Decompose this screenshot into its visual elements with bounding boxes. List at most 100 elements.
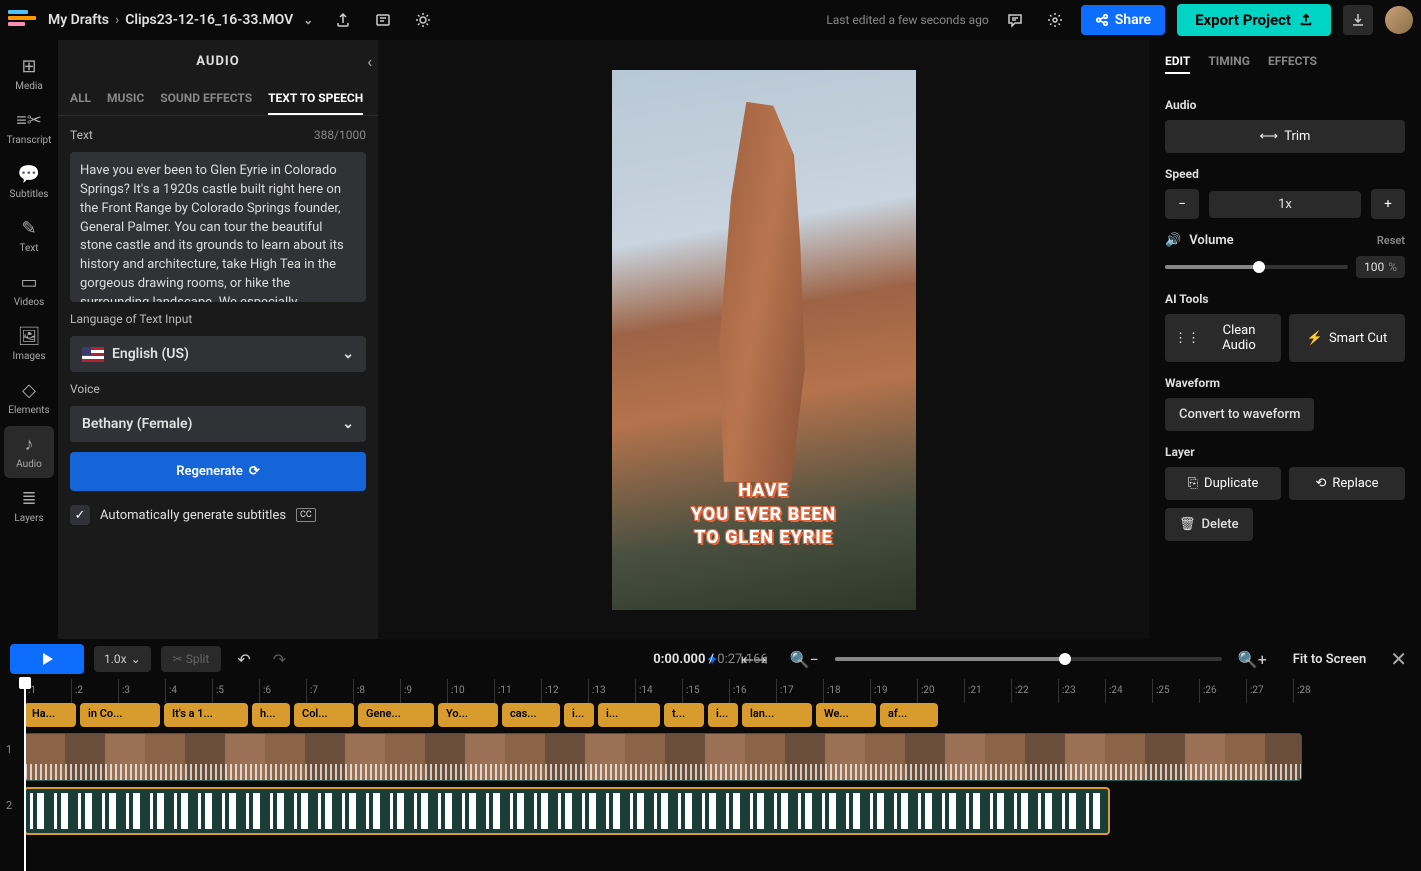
caption-clip[interactable]: lan...	[742, 703, 812, 727]
timeline: 1.0x ⌄ ✂ Split ↶ ↷ 0:00.000 / 0:27.166 ✦…	[0, 639, 1421, 871]
duplicate-button[interactable]: ⎘Duplicate	[1165, 467, 1281, 500]
speed-value: 1x	[1209, 191, 1361, 218]
tab-sfx[interactable]: SOUND EFFECTS	[160, 83, 252, 115]
close-timeline-button[interactable]: ✕	[1386, 643, 1411, 675]
trash-icon: 🗑	[1179, 517, 1196, 532]
cc-icon: CC	[296, 508, 316, 522]
caption-clip[interactable]: Yo...	[438, 703, 498, 727]
regenerate-button[interactable]: Regenerate ⟳	[70, 452, 366, 491]
delete-button[interactable]: 🗑Delete	[1165, 508, 1253, 541]
timecode: 0:00.000 / 0:27.166	[653, 652, 767, 667]
upload-icon[interactable]	[329, 6, 357, 34]
refresh-icon: ⟳	[249, 464, 260, 479]
replace-icon: ⟲	[1315, 476, 1326, 491]
copy-icon: ⎘	[1188, 476, 1198, 491]
caption-clip[interactable]: i...	[564, 703, 594, 727]
rail-subtitles[interactable]: 💬Subtitles	[4, 156, 54, 208]
theme-icon[interactable]	[409, 6, 437, 34]
caption-clip[interactable]: Col...	[294, 703, 354, 727]
audio-track-clip[interactable]	[24, 787, 1110, 835]
fit-screen-button[interactable]: Fit to Screen	[1283, 646, 1376, 673]
rail-media[interactable]: ⊞Media	[4, 48, 54, 100]
rtab-edit[interactable]: EDIT	[1165, 54, 1190, 74]
caption-clip[interactable]: t...	[664, 703, 704, 727]
chevron-down-icon: ⌄	[342, 416, 354, 432]
collapse-panel-icon[interactable]: ‹	[367, 52, 372, 71]
ruler[interactable]: :1:2:3:4:5:6:7:8:9:10:11:12:13:14:15:16:…	[0, 679, 1421, 703]
playhead[interactable]	[24, 679, 26, 871]
audio-panel: AUDIO ‹ ALL MUSIC SOUND EFFECTS TEXT TO …	[58, 40, 378, 639]
video-track-clip[interactable]	[24, 733, 1302, 781]
rail-layers[interactable]: ≣Layers	[4, 480, 54, 532]
caption-clip[interactable]: i...	[708, 703, 738, 727]
convert-waveform-button[interactable]: Convert to waveform	[1165, 398, 1314, 431]
rail-transcript[interactable]: ≡✂Transcript	[4, 102, 54, 154]
chevron-down-icon: ⌄	[342, 346, 354, 362]
split-button[interactable]: ✂ Split	[161, 646, 222, 672]
elements-icon: ◇	[22, 380, 36, 401]
language-select[interactable]: English (US) ⌄	[70, 336, 366, 372]
rail-text[interactable]: ✎Text	[4, 210, 54, 262]
export-button[interactable]: Export Project	[1177, 4, 1331, 36]
rtab-timing[interactable]: TIMING	[1208, 54, 1250, 74]
subtitles-icon: 💬	[18, 164, 40, 185]
notes-icon[interactable]	[369, 6, 397, 34]
clean-audio-button[interactable]: ⋮⋮Clean Audio	[1165, 314, 1281, 362]
language-label: Language of Text Input	[70, 312, 192, 326]
download-button[interactable]	[1343, 5, 1373, 35]
caption-clip[interactable]: i...	[598, 703, 660, 727]
caption-track[interactable]: Ha...in Co...It's a 1...h...Col...Gene..…	[24, 703, 1421, 727]
chevron-down-icon[interactable]: ⌄	[299, 13, 317, 27]
replace-button[interactable]: ⟲Replace	[1289, 467, 1405, 500]
auto-subtitle-checkbox[interactable]: ✓ Automatically generate subtitles CC	[70, 501, 366, 525]
preview-canvas[interactable]: HAVE YOU EVER BEEN TO GLEN EYRIE	[378, 40, 1149, 639]
speed-increase-button[interactable]: +	[1371, 189, 1405, 219]
layer-section-label: Layer	[1165, 445, 1405, 459]
rtab-effects[interactable]: EFFECTS	[1268, 54, 1317, 74]
volume-icon: 🔊	[1165, 233, 1181, 248]
rail-elements[interactable]: ◇Elements	[4, 372, 54, 424]
undo-icon[interactable]: ↶	[231, 644, 256, 675]
breadcrumb-file[interactable]: Clips23-12-16_16-33.MOV	[125, 12, 293, 28]
rail-images[interactable]: 🖼Images	[4, 318, 54, 370]
waveform-section-label: Waveform	[1165, 376, 1405, 390]
play-button[interactable]	[10, 644, 84, 674]
app-logo[interactable]	[8, 10, 36, 30]
caption-clip[interactable]: in Co...	[80, 703, 160, 727]
ai-section-label: AI Tools	[1165, 292, 1405, 306]
caption-overlay: HAVE YOU EVER BEEN TO GLEN EYRIE	[612, 479, 916, 549]
caption-clip[interactable]: We...	[816, 703, 876, 727]
video-preview: HAVE YOU EVER BEEN TO GLEN EYRIE	[612, 70, 916, 610]
caption-clip[interactable]: h...	[252, 703, 290, 727]
reset-volume-button[interactable]: Reset	[1377, 234, 1405, 247]
redo-icon[interactable]: ↷	[267, 644, 292, 675]
rail-videos[interactable]: ▭Videos	[4, 264, 54, 316]
tab-music[interactable]: MUSIC	[107, 83, 144, 115]
voice-select[interactable]: Bethany (Female) ⌄	[70, 406, 366, 442]
avatar[interactable]	[1385, 6, 1413, 34]
playback-speed-button[interactable]: 1.0x ⌄	[94, 646, 151, 672]
share-button[interactable]: Share	[1081, 5, 1165, 35]
checkbox-checked-icon: ✓	[70, 505, 90, 525]
caption-clip[interactable]: cas...	[502, 703, 560, 727]
tts-textarea[interactable]	[70, 152, 366, 302]
speed-decrease-button[interactable]: −	[1165, 189, 1199, 219]
caption-clip[interactable]: Gene...	[358, 703, 434, 727]
audio-section-label: Audio	[1165, 98, 1405, 112]
comment-icon[interactable]	[1001, 6, 1029, 34]
zoom-slider[interactable]	[835, 657, 1222, 661]
trim-button[interactable]: ⟷Trim	[1165, 120, 1405, 153]
rail-audio[interactable]: ♪Audio	[4, 426, 54, 478]
gear-icon[interactable]	[1041, 6, 1069, 34]
smart-cut-button[interactable]: ⚡Smart Cut	[1289, 314, 1405, 362]
zoom-in-icon[interactable]: 🔍+	[1232, 644, 1273, 675]
tab-tts[interactable]: TEXT TO SPEECH	[268, 83, 363, 115]
caption-clip[interactable]: af...	[880, 703, 938, 727]
media-icon: ⊞	[21, 56, 36, 77]
tab-all[interactable]: ALL	[70, 83, 91, 115]
caption-clip[interactable]: Ha...	[24, 703, 76, 727]
zoom-out-icon[interactable]: 🔍−	[784, 644, 825, 675]
volume-slider[interactable]	[1165, 265, 1348, 269]
caption-clip[interactable]: It's a 1...	[164, 703, 248, 727]
breadcrumb-root[interactable]: My Drafts	[48, 12, 109, 28]
